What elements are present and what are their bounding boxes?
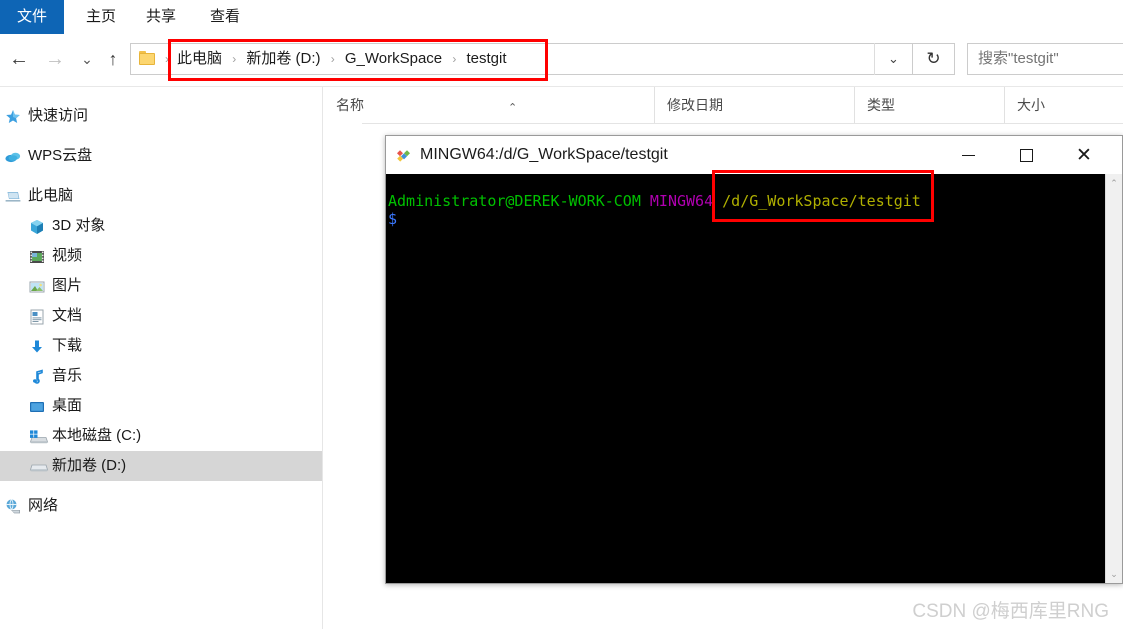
sidebar-item-downloads[interactable]: 下载 bbox=[0, 331, 322, 361]
up-button[interactable]: ↑ bbox=[98, 44, 128, 74]
sort-ascending-icon: ⌃ bbox=[508, 102, 518, 114]
sidebar-item-local-disk-c[interactable]: 本地磁盘 (C:) bbox=[0, 421, 322, 451]
tab-share[interactable]: 共享 bbox=[138, 0, 184, 34]
sidebar-item-label: 本地磁盘 (C:) bbox=[52, 427, 142, 444]
ribbon-bar: 文件 主页 共享 查看 bbox=[0, 0, 1123, 35]
scroll-down-icon[interactable]: ⌄ bbox=[1106, 566, 1122, 582]
desktop-icon bbox=[28, 397, 46, 415]
music-icon bbox=[28, 367, 46, 385]
sidebar-item-label: 图片 bbox=[52, 277, 83, 294]
tab-home[interactable]: 主页 bbox=[78, 0, 124, 34]
navigation-pane: 快速访问 WPS云盘 此电脑 3D 对象 视频 图片 文档 下载 音乐 桌面 本… bbox=[0, 87, 323, 629]
computer-icon bbox=[4, 187, 22, 205]
drive-c-icon bbox=[28, 427, 50, 445]
scroll-up-icon[interactable]: ⌃ bbox=[1106, 175, 1122, 191]
terminal-user-host: Administrator@DEREK-WORK-COM bbox=[388, 192, 641, 210]
forward-button[interactable]: → bbox=[40, 44, 70, 74]
tab-view[interactable]: 查看 bbox=[202, 0, 248, 34]
sidebar-item-3d-objects[interactable]: 3D 对象 bbox=[0, 211, 322, 241]
address-field[interactable]: › 此电脑 › 新加卷 (D:) › G_WorkSpace › testgit bbox=[130, 43, 913, 75]
address-bar-row: ← → ⌄ ↑ › 此电脑 › 新加卷 (D:) › G_WorkSpace ›… bbox=[0, 34, 1123, 87]
breadcrumb-separator-3: › bbox=[452, 52, 457, 67]
sidebar-item-label: 新加卷 (D:) bbox=[52, 457, 127, 474]
column-headers: 名称 ⌃ 修改日期 类型 大小 bbox=[324, 87, 1123, 123]
sidebar-item-music[interactable]: 音乐 bbox=[0, 361, 322, 391]
network-icon bbox=[4, 497, 22, 515]
sidebar-item-new-volume-d[interactable]: 新加卷 (D:) bbox=[0, 451, 322, 481]
maximize-icon[interactable] bbox=[1003, 136, 1049, 174]
documents-icon bbox=[28, 307, 46, 325]
sidebar-item-label: 视频 bbox=[52, 247, 83, 264]
breadcrumb-item-drive-d[interactable]: 新加卷 (D:) bbox=[246, 44, 320, 74]
sidebar-item-wps-cloud[interactable]: WPS云盘 bbox=[0, 141, 322, 171]
star-icon bbox=[4, 107, 22, 125]
sidebar-item-label: 下载 bbox=[52, 337, 83, 354]
address-dropdown-icon[interactable]: ⌄ bbox=[874, 43, 912, 75]
sidebar-item-this-pc[interactable]: 此电脑 bbox=[0, 181, 322, 211]
drive-d-icon bbox=[28, 457, 50, 475]
breadcrumb-item-gworkspace[interactable]: G_WorkSpace bbox=[345, 44, 442, 74]
3d-object-icon bbox=[28, 217, 46, 235]
column-header-type[interactable]: 类型 bbox=[854, 87, 1004, 123]
terminal-current-path: /d/G_WorkSpace/testgit bbox=[722, 192, 921, 210]
breadcrumb-item-this-pc[interactable]: 此电脑 bbox=[177, 44, 222, 74]
terminal-prompt-symbol: $ bbox=[388, 210, 398, 228]
sidebar-item-label: 桌面 bbox=[52, 397, 83, 414]
terminal-title: MINGW64:/d/G_WorkSpace/testgit bbox=[420, 146, 668, 163]
column-header-name[interactable]: 名称 ⌃ bbox=[324, 87, 654, 123]
pictures-icon bbox=[28, 277, 46, 295]
terminal-shell-label: MINGW64 bbox=[649, 192, 714, 210]
column-header-divider bbox=[362, 123, 1123, 124]
close-icon[interactable]: ✕ bbox=[1061, 136, 1107, 174]
git-bash-icon bbox=[395, 147, 413, 165]
terminal-body[interactable]: Administrator@DEREK-WORK-COM MINGW64 /d/… bbox=[386, 174, 1122, 583]
refresh-button[interactable]: ↻ bbox=[913, 43, 955, 75]
terminal-output: Administrator@DEREK-WORK-COM MINGW64 /d/… bbox=[388, 192, 921, 228]
column-header-date-modified[interactable]: 修改日期 bbox=[654, 87, 854, 123]
sidebar-item-pictures[interactable]: 图片 bbox=[0, 271, 322, 301]
sidebar-item-label: WPS云盘 bbox=[28, 147, 93, 164]
sidebar-item-desktop[interactable]: 桌面 bbox=[0, 391, 322, 421]
minimize-icon[interactable] bbox=[945, 136, 991, 174]
back-button[interactable]: ← bbox=[4, 44, 34, 74]
sidebar-item-label: 网络 bbox=[28, 497, 59, 514]
column-header-size[interactable]: 大小 bbox=[1004, 87, 1123, 123]
breadcrumb-separator-1: › bbox=[232, 52, 237, 67]
sidebar-item-label: 音乐 bbox=[52, 367, 83, 384]
downloads-icon bbox=[28, 337, 46, 355]
sidebar-item-label: 快速访问 bbox=[28, 107, 89, 124]
cloud-icon bbox=[4, 147, 22, 165]
breadcrumb-separator-root: › bbox=[165, 52, 169, 66]
watermark: CSDN @梅西库里RNG bbox=[912, 601, 1109, 622]
sidebar-item-label: 3D 对象 bbox=[52, 217, 106, 234]
column-header-name-label: 名称 bbox=[336, 97, 364, 113]
sidebar-item-documents[interactable]: 文档 bbox=[0, 301, 322, 331]
terminal-titlebar[interactable]: MINGW64:/d/G_WorkSpace/testgit ✕ bbox=[386, 136, 1122, 174]
sidebar-item-quick-access[interactable]: 快速访问 bbox=[0, 101, 322, 131]
git-bash-window: MINGW64:/d/G_WorkSpace/testgit ✕ Adminis… bbox=[385, 135, 1123, 584]
search-input[interactable]: 搜索"testgit" bbox=[967, 43, 1123, 75]
sidebar-item-network[interactable]: 网络 bbox=[0, 491, 322, 521]
terminal-scrollbar[interactable]: ⌃ ⌄ bbox=[1105, 174, 1122, 583]
video-icon bbox=[28, 247, 46, 265]
breadcrumb: 此电脑 › 新加卷 (D:) › G_WorkSpace › testgit bbox=[177, 44, 507, 74]
breadcrumb-item-testgit[interactable]: testgit bbox=[466, 44, 506, 74]
tab-file[interactable]: 文件 bbox=[0, 0, 64, 34]
sidebar-item-label: 文档 bbox=[52, 307, 83, 324]
breadcrumb-separator-2: › bbox=[330, 52, 335, 67]
folder-icon bbox=[139, 51, 156, 66]
sidebar-item-videos[interactable]: 视频 bbox=[0, 241, 322, 271]
sidebar-item-label: 此电脑 bbox=[28, 187, 74, 204]
